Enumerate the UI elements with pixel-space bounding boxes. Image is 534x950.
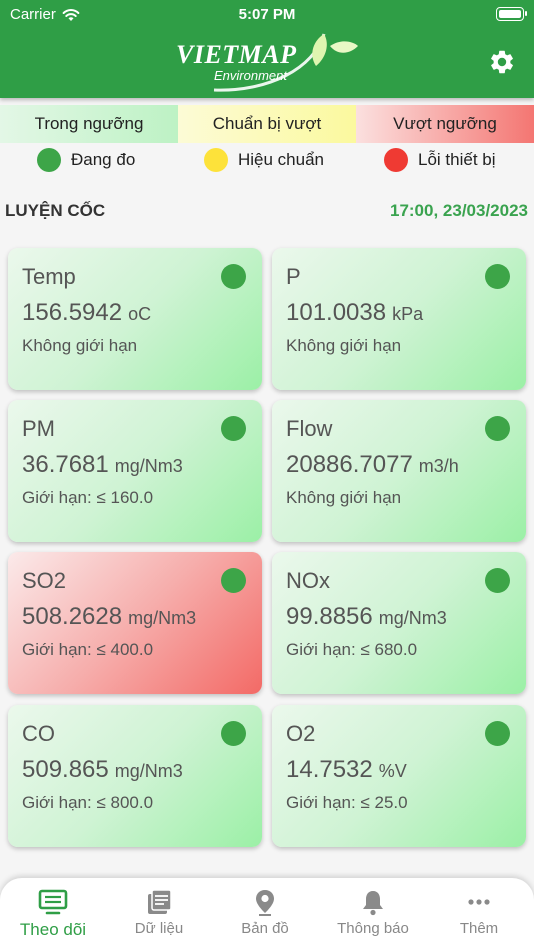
tab-notifications-label: Thông báo [337, 920, 409, 937]
logo-text: VIETMAP [176, 40, 297, 69]
sensor-unit: mg/Nm3 [128, 608, 197, 628]
battery-icon [496, 7, 527, 21]
measuring-dot-icon [37, 148, 61, 172]
sensor-name: PM [22, 416, 55, 441]
map-pin-icon [256, 890, 274, 916]
sensor-card-so2[interactable]: SO2 508.2628 mg/Nm3 Giới hạn: ≤ 400.0 [8, 552, 262, 694]
legend-near-threshold: Chuẩn bị vượt [178, 105, 356, 143]
sensor-limit: Giới hạn: ≤ 800.0 [22, 793, 154, 812]
sensor-value: 101.0038 kPa [286, 299, 423, 327]
sensor-value-number: 508.2628 [22, 603, 123, 630]
status-indicator-icon [485, 416, 510, 441]
sensor-value: 508.2628 mg/Nm3 [22, 603, 196, 631]
sensor-value: 36.7681 mg/Nm3 [22, 451, 183, 479]
sensor-name: SO2 [22, 568, 67, 593]
tab-more[interactable]: Thêm [426, 888, 532, 937]
gear-icon[interactable] [488, 48, 516, 76]
status-calibrating: Hiệu chuẩn [204, 148, 324, 172]
sensor-value-number: 156.5942 [22, 299, 123, 326]
status-indicator-icon [221, 264, 246, 289]
sensor-card-o2[interactable]: O2 14.7532 %V Giới hạn: ≤ 25.0 [272, 705, 526, 847]
tab-more-label: Thêm [459, 920, 499, 937]
sensor-limit: Không giới hạn [286, 336, 402, 355]
status-indicator-icon [221, 416, 246, 441]
logo-subtext: Environment [214, 68, 287, 83]
sensor-card-flow[interactable]: Flow 20886.7077 m3/h Không giới hạn [272, 400, 526, 542]
clock: 5:07 PM [238, 6, 296, 23]
sensor-value-number: 509.865 [22, 756, 109, 783]
status-bar: Carrier 5:07 PM [0, 0, 534, 30]
sensor-unit: m3/h [418, 456, 459, 476]
legend-over-threshold: Vượt ngưỡng [356, 105, 534, 143]
status-device-error: Lỗi thiết bị [384, 148, 496, 172]
sensor-unit: oC [128, 304, 152, 324]
sensor-value: 20886.7077 m3/h [286, 451, 459, 479]
tab-notifications[interactable]: Thông báo [320, 888, 426, 937]
vietmap-logo: VIETMAP Environment [174, 28, 364, 92]
sensor-card-p[interactable]: P 101.0038 kPa Không giới hạn [272, 248, 526, 390]
sensor-limit: Không giới hạn [22, 336, 138, 355]
sensor-name: P [286, 264, 301, 289]
sensor-name: Flow [286, 416, 333, 441]
sensor-value: 156.5942 oC [22, 299, 151, 327]
sensor-value: 509.865 mg/Nm3 [22, 756, 183, 784]
sensor-limit: Giới hạn: ≤ 160.0 [22, 488, 154, 507]
more-icon [468, 899, 490, 905]
app-header: Carrier 5:07 PM VIETMAP Environment [0, 0, 534, 98]
status-indicator-icon [221, 568, 246, 593]
sensor-unit: mg/Nm3 [114, 456, 183, 476]
sensor-card-temp[interactable]: Temp 156.5942 oC Không giới hạn [8, 248, 262, 390]
tab-data-label: Dữ liệu [134, 920, 184, 937]
sensor-value: 99.8856 mg/Nm3 [286, 603, 447, 631]
sensor-value-number: 14.7532 [286, 756, 373, 783]
sensor-value-number: 101.0038 [286, 299, 387, 326]
threshold-legend: Trong ngưỡng Chuẩn bị vượt Vượt ngưỡng [0, 105, 534, 143]
status-indicator-icon [485, 568, 510, 593]
tab-monitor-label: Theo dõi [19, 920, 87, 939]
tab-data[interactable]: Dữ liệu [106, 888, 212, 937]
sensor-card-co[interactable]: CO 509.865 mg/Nm3 Giới hạn: ≤ 800.0 [8, 705, 262, 847]
sensor-limit: Giới hạn: ≤ 680.0 [286, 640, 418, 659]
monitor-icon [38, 889, 68, 915]
sensor-limit: Giới hạn: ≤ 400.0 [22, 640, 154, 659]
sensor-card-pm[interactable]: PM 36.7681 mg/Nm3 Giới hạn: ≤ 160.0 [8, 400, 262, 542]
sensor-name: O2 [286, 721, 316, 746]
sensor-unit: mg/Nm3 [378, 608, 447, 628]
sensor-limit: Không giới hạn [286, 488, 402, 507]
sensor-unit: kPa [392, 304, 424, 324]
station-datetime: 17:00, 23/03/2023 [389, 201, 528, 220]
sensor-unit: %V [378, 761, 407, 781]
status-legend: Đang đo Hiệu chuẩn Lỗi thiết bị [0, 145, 534, 175]
sensor-name: Temp [22, 264, 76, 289]
status-measuring: Đang đo [37, 148, 135, 172]
legend-within-threshold: Trong ngưỡng [0, 105, 178, 143]
sensor-value-number: 36.7681 [22, 451, 109, 478]
bottom-tab-bar: Theo dõi Dữ liệu Bản đồ Thông báo Thêm [0, 878, 534, 950]
status-indicator-icon [485, 721, 510, 746]
tab-monitor[interactable]: Theo dõi [0, 888, 106, 940]
status-indicator-icon [485, 264, 510, 289]
sensor-card-nox[interactable]: NOx 99.8856 mg/Nm3 Giới hạn: ≤ 680.0 [272, 552, 526, 694]
sensor-name: CO [22, 721, 55, 746]
sensor-unit: mg/Nm3 [114, 761, 183, 781]
status-calibrating-label: Hiệu chuẩn [238, 150, 325, 169]
bell-icon [363, 891, 383, 916]
tab-map-label: Bản đồ [241, 920, 289, 937]
status-error-label: Lỗi thiết bị [418, 150, 496, 169]
calibrating-dot-icon [204, 148, 228, 172]
sensor-value: 14.7532 %V [286, 756, 407, 784]
sensor-limit: Giới hạn: ≤ 25.0 [286, 793, 408, 812]
status-indicator-icon [221, 721, 246, 746]
sensor-value-number: 99.8856 [286, 603, 373, 630]
error-dot-icon [384, 148, 408, 172]
status-measuring-label: Đang đo [71, 150, 136, 169]
data-icon [148, 889, 172, 914]
tab-map[interactable]: Bản đồ [212, 888, 318, 937]
sensor-name: NOx [286, 568, 330, 593]
station-name: LUYỆN CỐC [5, 201, 106, 220]
sensor-value-number: 20886.7077 [286, 451, 413, 478]
